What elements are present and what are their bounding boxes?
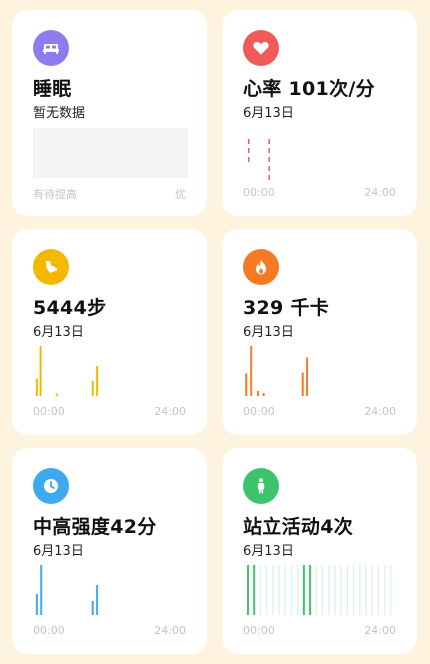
heart-rate-title: 心率 101次/分 [243,78,375,100]
standing-axis-end: 24:00 [364,624,396,637]
sleep-status: 暂无数据 [33,106,86,121]
clock-icon [33,468,69,504]
intensity-title: 中高强度42分 [33,516,157,538]
intensity-date: 6月13日 [33,544,84,559]
heart-axis-end: 24:00 [364,186,396,199]
calories-chart [245,346,309,396]
standing-chart [247,565,392,615]
steps-axis-end: 24:00 [154,405,186,418]
steps-date: 6月13日 [33,325,84,340]
heart-rate-chart [247,139,270,181]
intensity-axis-end: 24:00 [154,624,186,637]
sleep-title: 睡眠 [33,78,72,100]
standing-axis-start: 00:00 [243,624,275,637]
sleep-empty-chart [33,128,188,178]
bed-icon [33,30,69,66]
heart-icon [243,30,279,66]
heart-axis-start: 00:00 [243,186,275,199]
intensity-card[interactable]: 中高强度42分 6月13日 00:00 24:00 [12,448,207,654]
calories-axis-start: 00:00 [243,405,275,418]
steps-title: 5444步 [33,297,107,319]
calories-axis-end: 24:00 [364,405,396,418]
sleep-card[interactable]: 睡眠 暂无数据 有待提高 优 [12,10,207,216]
calories-date: 6月13日 [243,325,294,340]
standing-title: 站立活动4次 [243,516,354,538]
calories-title: 329 千卡 [243,297,330,319]
calories-card[interactable]: 329 千卡 6月13日 00:00 24:00 [222,229,417,435]
steps-chart [35,346,99,396]
shoe-icon [33,249,69,285]
heart-rate-card[interactable]: 心率 101次/分 6月13日 00:00 24:00 [222,10,417,216]
intensity-axis-start: 00:00 [33,624,65,637]
sleep-scale-left: 有待提高 [33,188,77,201]
heart-rate-date: 6月13日 [243,106,294,121]
standing-date: 6月13日 [243,544,294,559]
flame-icon [243,249,279,285]
standing-card[interactable]: 站立活动4次 6月13日 00:00 24:00 [222,448,417,654]
intensity-chart [35,565,99,615]
steps-card[interactable]: 5444步 6月13日 00:00 24:00 [12,229,207,435]
standing-person-icon [243,468,279,504]
steps-axis-start: 00:00 [33,405,65,418]
sleep-scale-right: 优 [175,188,186,201]
